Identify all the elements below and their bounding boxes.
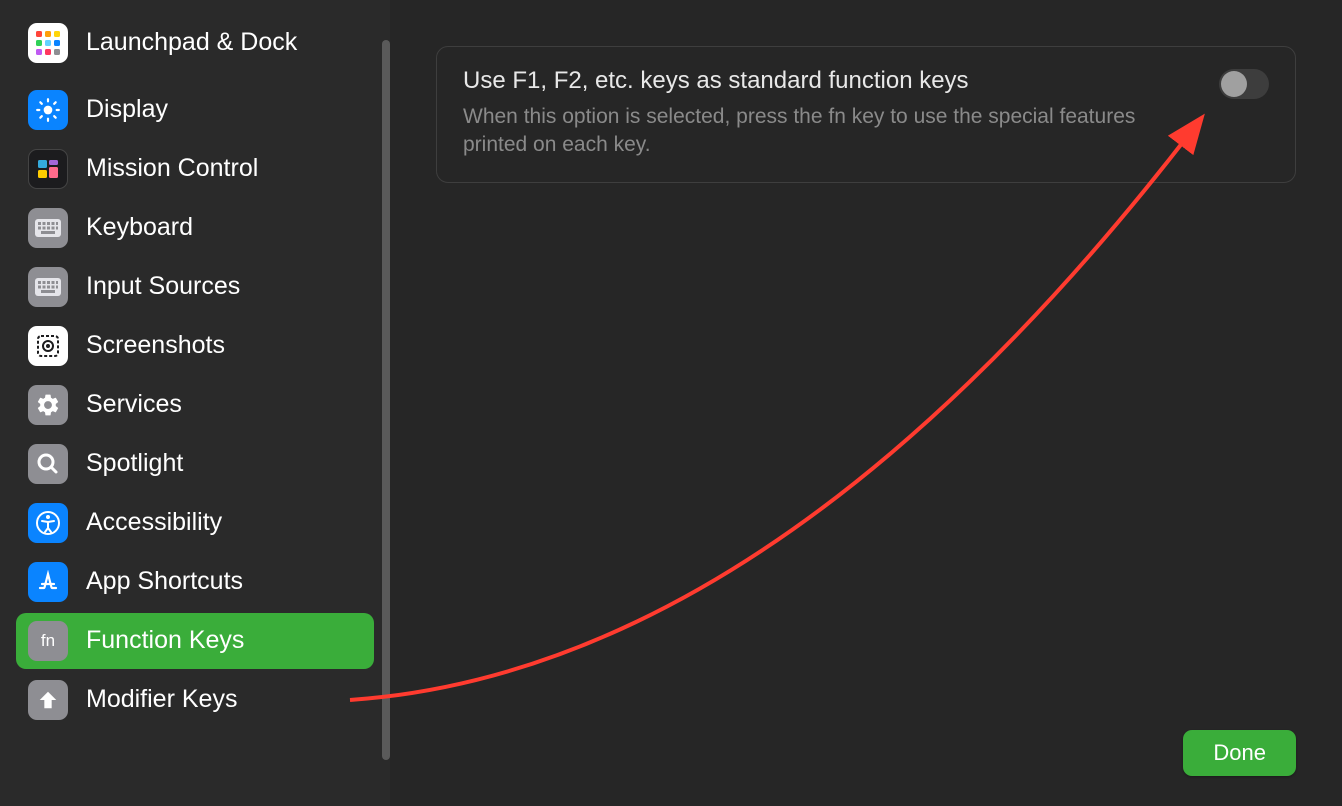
sidebar-item-label: Services — [86, 389, 182, 420]
sidebar-item-services[interactable]: Services — [16, 377, 374, 433]
function-keys-setting: Use F1, F2, etc. keys as standard functi… — [436, 46, 1296, 183]
brightness-icon — [28, 90, 68, 130]
sidebar-item-label: Modifier Keys — [86, 684, 237, 715]
sidebar-item-label: Launchpad & Dock — [86, 27, 297, 58]
sidebar-item-label: Display — [86, 94, 168, 125]
search-icon — [28, 444, 68, 484]
setting-description: When this option is selected, press the … — [463, 103, 1195, 160]
sidebar-item-label: Mission Control — [86, 153, 258, 184]
sidebar-item-modifier-keys[interactable]: Modifier Keys — [16, 672, 374, 728]
sidebar-item-spotlight[interactable]: Spotlight — [16, 436, 374, 492]
sidebar-item-label: Keyboard — [86, 212, 193, 243]
appstore-icon — [28, 562, 68, 602]
accessibility-icon — [28, 503, 68, 543]
function-keys-toggle[interactable] — [1219, 69, 1269, 99]
mission-control-icon — [28, 149, 68, 189]
modifier-icon — [28, 680, 68, 720]
sidebar-item-launchpad-dock[interactable]: Launchpad & Dock — [16, 7, 374, 79]
sidebar-item-input-sources[interactable]: Input Sources — [16, 259, 374, 315]
sidebar-item-display[interactable]: Display — [16, 82, 374, 138]
keyboard-icon — [28, 267, 68, 307]
screenshot-icon — [28, 326, 68, 366]
sidebar-item-label: Input Sources — [86, 271, 240, 302]
sidebar-item-label: Spotlight — [86, 448, 183, 479]
gears-icon — [28, 385, 68, 425]
launchpad-icon — [28, 23, 68, 63]
setting-title: Use F1, F2, etc. keys as standard functi… — [463, 67, 1195, 95]
done-button[interactable]: Done — [1183, 730, 1296, 776]
sidebar-item-accessibility[interactable]: Accessibility — [16, 495, 374, 551]
sidebar: Launchpad & Dock Display Mission Control… — [0, 0, 390, 806]
main-panel: Use F1, F2, etc. keys as standard functi… — [390, 0, 1342, 806]
sidebar-item-screenshots[interactable]: Screenshots — [16, 318, 374, 374]
keyboard-icon — [28, 208, 68, 248]
sidebar-item-label: Accessibility — [86, 507, 222, 538]
scrollbar[interactable] — [382, 40, 390, 760]
sidebar-item-function-keys[interactable]: fn Function Keys — [16, 613, 374, 669]
sidebar-item-app-shortcuts[interactable]: App Shortcuts — [16, 554, 374, 610]
sidebar-item-keyboard[interactable]: Keyboard — [16, 200, 374, 256]
fn-icon: fn — [28, 621, 68, 661]
sidebar-item-label: Function Keys — [86, 625, 244, 656]
sidebar-item-label: App Shortcuts — [86, 566, 243, 597]
sidebar-item-label: Screenshots — [86, 330, 225, 361]
sidebar-item-mission-control[interactable]: Mission Control — [16, 141, 374, 197]
